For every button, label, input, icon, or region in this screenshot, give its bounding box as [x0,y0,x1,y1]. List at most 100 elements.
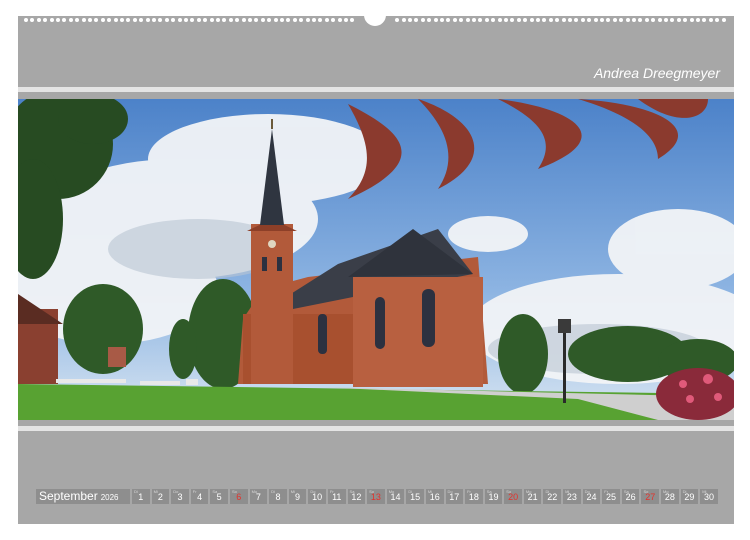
day-cell: Mo 7 [249,489,268,504]
binding-hole [350,18,355,22]
binding-hole [43,18,48,22]
day-cell: Di 22 [543,489,562,504]
binding-hole [504,18,508,22]
day-cell: Do 3 [171,489,189,504]
binding-hole [132,18,137,22]
binding-hole [587,18,592,22]
day-cell: Di 15 [406,489,424,504]
binding-hole [651,18,656,22]
binding-hole [408,18,412,22]
binding-hole [254,18,259,22]
binding-hole [177,18,182,22]
binding-hole [696,18,700,22]
binding-hole [248,18,252,22]
weekday-label: So [643,489,649,494]
binding-hole [555,18,560,22]
day-cell: Mi 2 [151,489,170,504]
binding-hole [30,18,35,22]
binding-hole [216,18,220,22]
binding-hole [145,18,150,22]
weekday-label: Mo [525,489,532,494]
weekday-label: Sa [623,489,629,494]
day-number: 1 [138,492,144,502]
binding-hole [305,18,310,22]
binding-hole [395,18,400,22]
day-number: 8 [275,492,281,502]
binding-hole [318,18,323,22]
weekday-label: Mi [427,489,433,494]
weekday-label: Do [310,489,316,494]
binding-hole [702,18,707,22]
binding-hole [280,18,284,22]
binding-hole [286,18,291,22]
binding-hole [606,18,611,22]
binding-hole [94,18,99,22]
binding-hole [158,18,163,22]
day-cell: So 27 [641,489,660,504]
binding-hole [638,18,643,22]
weekday-label: Di [134,489,138,494]
binding-hole [209,18,214,22]
weekday-label: Di [682,489,687,494]
binding-hole [548,18,553,22]
binding-hole [267,18,272,22]
day-cell: Di 29 [680,489,699,504]
photo-frame-top [18,87,734,92]
binding-hole [568,18,572,22]
weekday-label: So [231,489,237,494]
binding-hole [529,18,534,22]
binding-hole [689,18,694,22]
day-cell: Sa 19 [484,489,503,504]
binding-hole [260,18,265,22]
day-cell: Di 1 [132,489,150,504]
binding-hole [708,18,713,22]
binding-hole [235,18,240,22]
binding-hole [273,18,278,22]
binding-hole [152,18,156,22]
weekday-label: Di [408,489,413,494]
binding-hole [542,18,547,22]
weekday-label: Fr [467,489,471,494]
binding-hole [619,18,624,22]
binding-hole [433,18,438,22]
binding-hole [491,18,496,22]
day-cell: So 6 [229,489,248,504]
binding-hole [68,18,73,22]
binding-hole [344,18,348,22]
weekday-label: Mi [565,489,570,494]
binding-hole [414,18,419,22]
day-cell: Sa 26 [621,489,640,504]
binding-hole [574,18,579,22]
binding-hole [580,18,585,22]
weekday-label: Fr [192,489,197,494]
binding-hole [401,18,406,22]
weekday-label: Sa [212,489,218,494]
day-cell: Fr 18 [465,489,483,504]
binding-hole [228,18,233,22]
binding-hole [612,18,617,22]
binding-hole [683,18,688,22]
binding-hole [452,18,457,22]
day-number: 2 [157,492,163,502]
binding-hole [600,18,604,22]
binding-hole [427,18,432,22]
binding-hole [241,18,246,22]
day-number: 5 [216,492,222,502]
binding-hole [62,18,67,22]
binding-hole [88,18,92,22]
weekday-label: Mi [290,489,295,494]
weekday-label: Fr [329,489,334,494]
binding-hole [107,18,112,22]
binding-hole [644,18,649,22]
binding-hole [24,18,28,22]
month-name: September [39,489,98,503]
day-cell: Di 8 [269,489,287,504]
weekday-label: Mo [663,489,669,494]
day-cell: Do 24 [582,489,601,504]
day-number: 6 [236,492,242,502]
day-cell: Sa 5 [210,489,228,504]
day-cell: Fr 11 [327,489,346,504]
day-cell: So 20 [504,489,522,504]
binding-hole [516,18,521,22]
binding-hole [190,18,195,22]
